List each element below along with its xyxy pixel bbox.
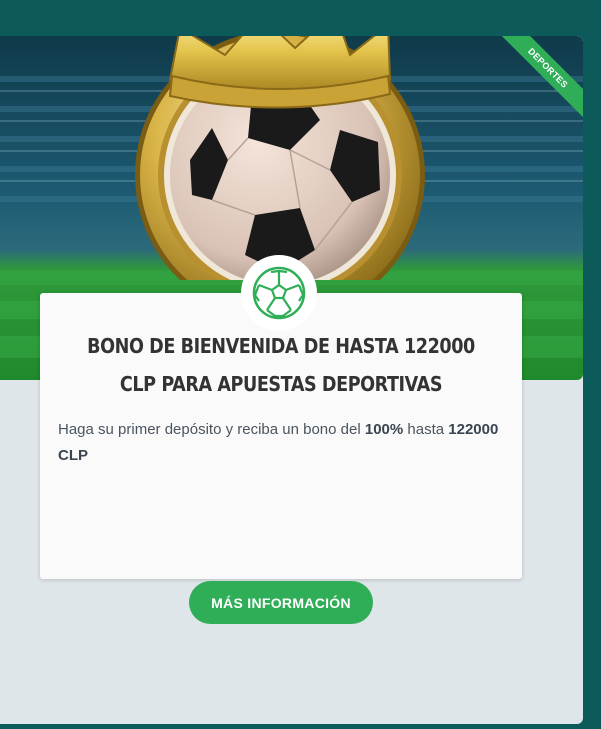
soccer-ball-icon xyxy=(241,255,317,331)
promo-info-box: BONO DE BIENVENIDA DE HASTA 122000 CLP P… xyxy=(40,255,522,579)
more-info-button[interactable]: MÁS INFORMACIÓN xyxy=(189,581,373,624)
category-ribbon: DEPORTES xyxy=(487,36,583,132)
promo-title: BONO DE BIENVENIDA DE HASTA 122000 CLP P… xyxy=(87,334,475,396)
promo-description: Haga su primer depósito y reciba un bono… xyxy=(58,417,504,469)
description-middle: hasta xyxy=(403,421,449,438)
description-prefix: Haga su primer depósito y reciba un bono… xyxy=(58,421,365,438)
crowned-soccer-ball xyxy=(130,36,430,320)
ribbon-label: DEPORTES xyxy=(494,36,583,122)
description-percent: 100% xyxy=(364,421,404,438)
